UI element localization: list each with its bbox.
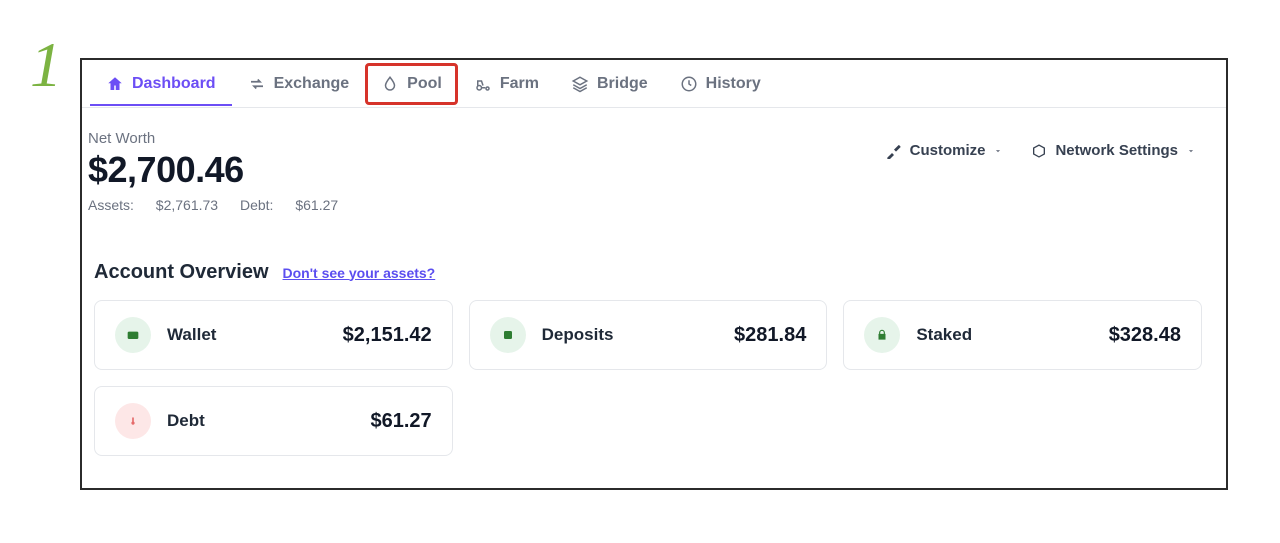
home-icon [106,75,124,93]
net-worth-row: Net Worth $2,700.46 Assets: $2,761.73 De… [88,130,1208,213]
net-worth-breakdown: Assets: $2,761.73 Debt: $61.27 [88,197,338,213]
nav-dashboard[interactable]: Dashboard [90,63,232,105]
account-overview-title: Account Overview [94,261,269,284]
chevron-down-icon [1186,146,1196,156]
nav-label: Bridge [597,75,648,93]
layers-icon [571,75,589,93]
tractor-icon [474,75,492,93]
nav-label: History [706,75,761,93]
card-debt[interactable]: Debt $61.27 [94,386,453,456]
app-window: Dashboard Exchange Pool Farm Bridge [80,58,1228,490]
card-wallet[interactable]: Wallet $2,151.42 [94,300,453,370]
customize-button[interactable]: Customize [886,142,1004,159]
wrench-icon [886,143,902,159]
deposit-icon [490,317,526,353]
card-staked[interactable]: Staked $328.48 [843,300,1202,370]
swap-icon [248,75,266,93]
nav-label: Dashboard [132,75,216,93]
nav-pool[interactable]: Pool [365,63,458,105]
lock-icon [864,317,900,353]
step-number-annotation: 1 [30,28,62,102]
debt-text: Debt: $61.27 [240,197,338,213]
card-deposits[interactable]: Deposits $281.84 [469,300,828,370]
network-settings-label: Network Settings [1055,142,1178,159]
assets-text: Assets: $2,761.73 [88,197,218,213]
drop-icon [381,75,399,93]
top-nav: Dashboard Exchange Pool Farm Bridge [82,60,1226,108]
card-label: Deposits [542,325,734,345]
wallet-icon [115,317,151,353]
settings-buttons: Customize Network Settings [886,142,1208,159]
clock-icon [680,75,698,93]
missing-assets-link[interactable]: Don't see your assets? [283,265,436,281]
nav-history[interactable]: History [664,63,777,105]
card-label: Staked [916,325,1108,345]
card-label: Debt [167,411,370,431]
thermo-icon [115,403,151,439]
nav-label: Pool [407,75,442,93]
nav-label: Farm [500,75,539,93]
net-worth-value: $2,700.46 [88,149,338,191]
net-worth-label: Net Worth [88,130,338,147]
customize-label: Customize [910,142,986,159]
chevron-down-icon [993,146,1003,156]
nav-farm[interactable]: Farm [458,63,555,105]
card-value: $61.27 [370,410,431,433]
card-value: $2,151.42 [343,324,432,347]
nav-exchange[interactable]: Exchange [232,63,366,105]
nav-bridge[interactable]: Bridge [555,63,664,105]
account-overview-section: Account Overview Don't see your assets? … [88,261,1208,456]
card-value: $281.84 [734,324,806,347]
network-settings-button[interactable]: Network Settings [1031,142,1196,159]
nav-label: Exchange [274,75,350,93]
net-worth-block: Net Worth $2,700.46 Assets: $2,761.73 De… [88,130,338,213]
card-value: $328.48 [1109,324,1181,347]
cube-icon [1031,143,1047,159]
card-label: Wallet [167,325,343,345]
